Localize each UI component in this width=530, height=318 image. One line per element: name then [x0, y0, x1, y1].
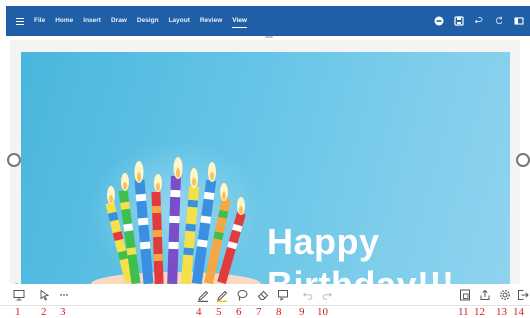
annotation-9: 9	[299, 306, 305, 318]
annotation-2: 2	[41, 306, 47, 318]
ribbon: File Home Insert Draw Design Layout Revi…	[6, 6, 530, 36]
annotation-12: 12	[474, 306, 485, 318]
toolbar-redo-icon[interactable]	[320, 288, 334, 302]
toolbar-undo-icon[interactable]	[301, 288, 315, 302]
next-slide-button[interactable]	[516, 153, 530, 167]
share-icon[interactable]	[478, 288, 492, 302]
eraser-icon[interactable]	[256, 288, 270, 302]
annotation-11: 11	[458, 306, 469, 318]
settings-icon[interactable]	[498, 288, 512, 302]
lasso-icon[interactable]	[235, 288, 249, 302]
ribbon-tabs: File Home Insert Draw Design Layout Revi…	[34, 6, 257, 36]
save-icon[interactable]	[452, 14, 466, 28]
ribbon-collapse-handle[interactable]	[265, 36, 273, 38]
tab-layout[interactable]: Layout	[169, 6, 190, 36]
exit-icon[interactable]	[516, 288, 530, 302]
more-icon[interactable]	[57, 288, 71, 302]
previous-slide-button[interactable]	[7, 153, 21, 167]
redo-icon[interactable]	[492, 14, 506, 28]
slide-canvas[interactable]: Happy Birthday!!!	[21, 52, 510, 284]
tab-file[interactable]: File	[34, 6, 45, 36]
slide-panel-icon[interactable]	[12, 288, 26, 302]
slide-title-line2: Birthday!!!	[267, 267, 455, 285]
tab-insert[interactable]: Insert	[83, 6, 101, 36]
annotation-13: 13	[496, 306, 507, 318]
annotation-4: 4	[196, 306, 202, 318]
pointer-icon[interactable]	[38, 288, 52, 302]
panel-toggle-icon[interactable]	[512, 14, 526, 28]
birthday-candles-image	[91, 157, 261, 284]
tab-home[interactable]: Home	[55, 6, 73, 36]
hamburger-menu-icon[interactable]	[9, 6, 31, 36]
present-icon[interactable]	[432, 14, 446, 28]
annotation-8: 8	[276, 306, 282, 318]
ink-to-shape-icon[interactable]	[276, 288, 290, 302]
pen-icon[interactable]	[196, 288, 210, 302]
undo-icon[interactable]	[472, 14, 486, 28]
ribbon-actions	[432, 14, 526, 28]
annotation-7: 7	[256, 306, 262, 318]
annotation-3: 3	[60, 306, 66, 318]
annotation-14: 14	[513, 306, 524, 318]
bottom-toolbar	[0, 284, 530, 306]
expand-toolbar-chevron-icon[interactable]: ⌄	[14, 279, 19, 286]
highlighter-icon[interactable]	[215, 288, 229, 302]
tab-design[interactable]: Design	[137, 6, 159, 36]
tab-draw[interactable]: Draw	[111, 6, 127, 36]
tab-review[interactable]: Review	[200, 6, 222, 36]
annotation-6: 6	[236, 306, 242, 318]
slide-sorter-icon[interactable]	[458, 288, 472, 302]
annotation-1: 1	[15, 306, 21, 318]
tab-view[interactable]: View	[232, 6, 247, 36]
annotation-5: 5	[216, 306, 222, 318]
slide-title-line1: Happy	[267, 221, 380, 262]
annotation-10: 10	[317, 306, 328, 318]
